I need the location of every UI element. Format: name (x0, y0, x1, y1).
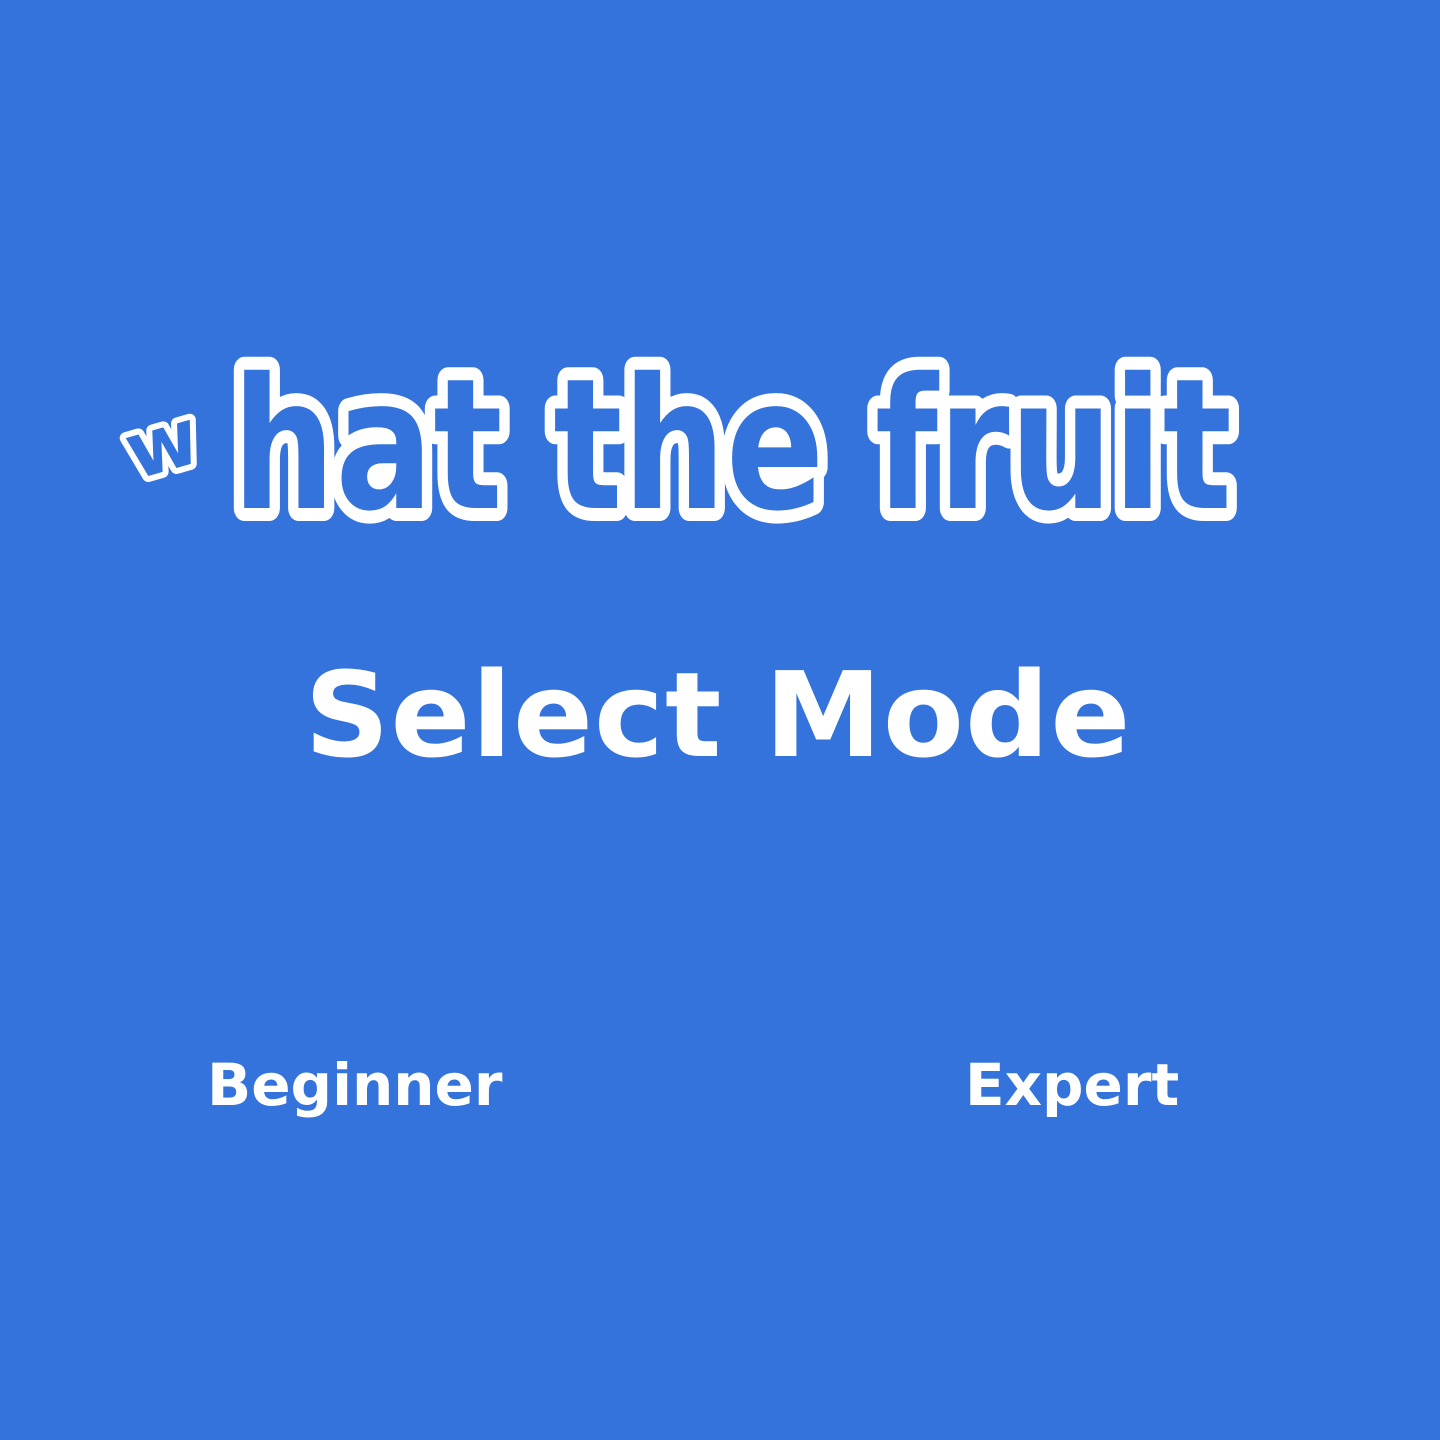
beginner-mode-button[interactable]: Beginner (207, 1040, 502, 1130)
logo-text: hat the fruit (232, 339, 1232, 551)
select-mode-title: Select Mode (304, 646, 1132, 784)
mode-select-screen: w hat the fruit Select Mode Beginner Exp… (0, 0, 1440, 1440)
expert-mode-button[interactable]: Expert (965, 1040, 1179, 1130)
logo-first-letter: w (115, 392, 209, 498)
